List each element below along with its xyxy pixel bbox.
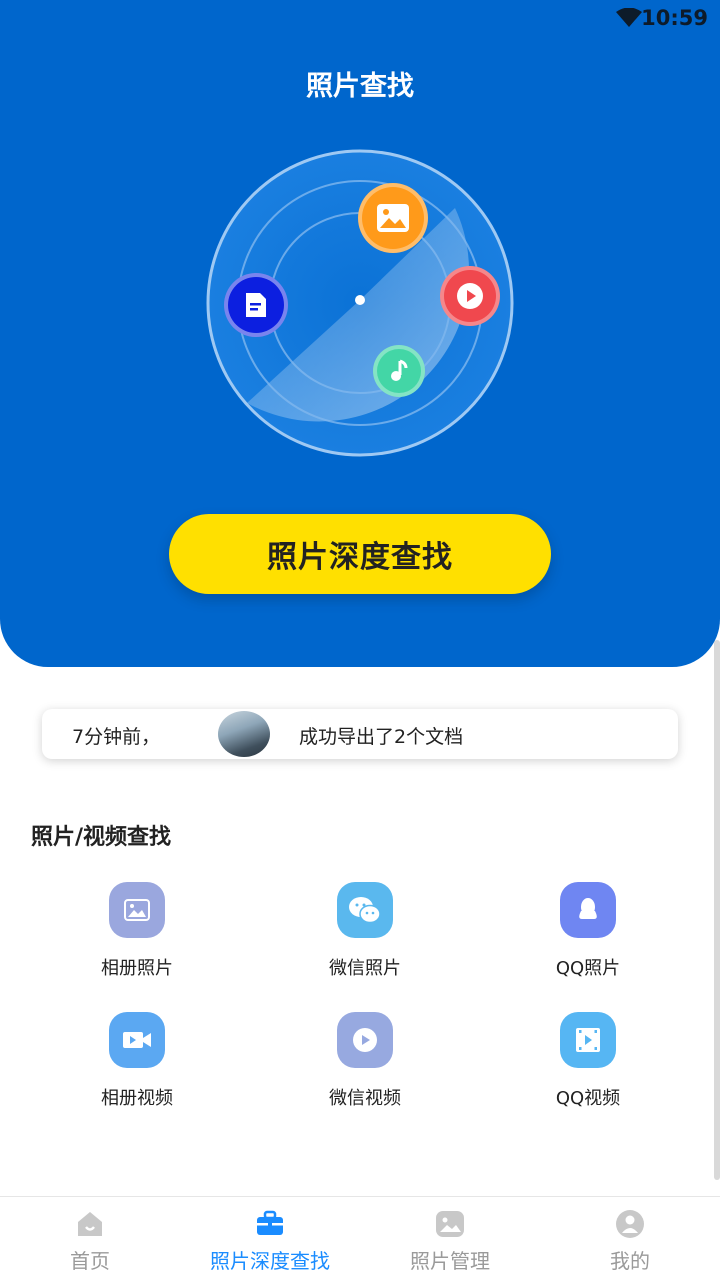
album-video-button[interactable]: 相册视频 [57, 1012, 217, 1110]
radar-video-icon [440, 266, 500, 326]
nav-home[interactable]: 首页 [0, 1197, 180, 1280]
status-bar: 10:59 [0, 0, 720, 36]
grid-label: 微信照片 [329, 958, 401, 979]
qq-video-icon [560, 1012, 616, 1068]
nav-label: 照片管理 [410, 1249, 490, 1273]
wechat-video-button[interactable]: 微信视频 [285, 1012, 445, 1110]
grid-label: QQ照片 [555, 958, 621, 979]
radar-document-icon [224, 273, 288, 337]
nav-label: 照片深度查找 [210, 1249, 330, 1273]
hero-panel: 10:59 照片查找 照片深度查找 [0, 0, 720, 667]
screen: 10:59 照片查找 照片深度查找 7分钟前， 成功导出了2个文档 照片/视频查… [0, 0, 720, 1280]
qq-video-button[interactable]: QQ视频 [508, 1012, 668, 1110]
notice-message: 成功导出了2个文档 [299, 726, 464, 748]
radar-music-icon [373, 345, 425, 397]
album-photo-icon [109, 882, 165, 938]
home-icon [78, 1212, 102, 1236]
nav-deep-search[interactable]: 照片深度查找 [180, 1197, 360, 1280]
qq-icon [560, 882, 616, 938]
bottom-navigation: 首页 照片深度查找 照片管理 我的 [0, 1196, 720, 1280]
nav-label: 首页 [70, 1249, 110, 1273]
nav-profile[interactable]: 我的 [540, 1197, 720, 1280]
wechat-video-icon [337, 1012, 393, 1068]
photo-manage-icon [436, 1211, 464, 1237]
album-photo-button[interactable]: 相册照片 [57, 882, 217, 980]
profile-icon [616, 1210, 644, 1238]
album-video-icon [109, 1012, 165, 1068]
wechat-icon [337, 882, 393, 938]
wechat-photo-button[interactable]: 微信照片 [285, 882, 445, 980]
grid-label: 相册照片 [101, 958, 173, 979]
qq-photo-button[interactable]: QQ照片 [508, 882, 668, 980]
grid-label: 微信视频 [329, 1088, 401, 1109]
recent-activity-notice: 7分钟前， 成功导出了2个文档 [42, 709, 678, 759]
status-time: 10:59 [641, 6, 708, 30]
briefcase-icon [257, 1210, 283, 1235]
nav-label: 我的 [610, 1249, 650, 1273]
wifi-icon [616, 8, 642, 27]
grid-label: QQ视频 [555, 1088, 621, 1109]
user-avatar [218, 711, 270, 757]
nav-photo-manage[interactable]: 照片管理 [360, 1197, 540, 1280]
section-title: 照片/视频查找 [31, 825, 172, 850]
page-title: 照片查找 [306, 71, 414, 102]
grid-label: 相册视频 [101, 1088, 173, 1109]
radar-photo-icon [358, 183, 428, 253]
notice-time: 7分钟前， [72, 726, 161, 748]
scrollbar[interactable] [714, 640, 720, 1180]
deep-search-button[interactable]: 照片深度查找 [169, 514, 551, 594]
